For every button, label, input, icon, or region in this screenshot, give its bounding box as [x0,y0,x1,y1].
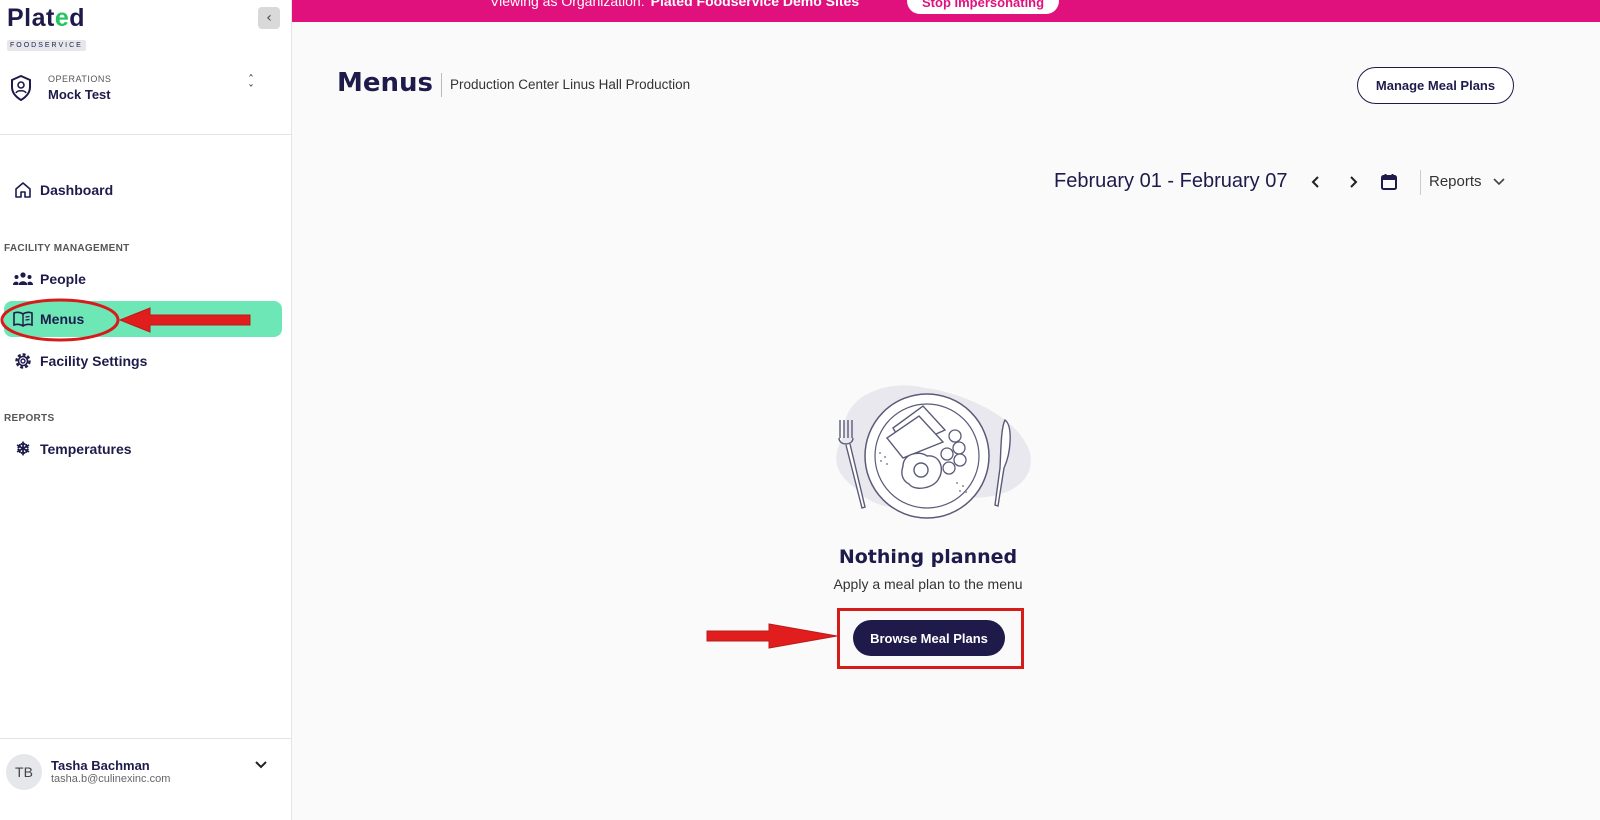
logo-wordmark-end: d [69,4,86,32]
org-name: Mock Test [48,87,111,102]
sidebar: Plated FOODSERVICE ‹ OPERATIONS Mock Tes… [0,0,292,820]
title-divider [441,73,442,97]
sidebar-divider [0,134,292,135]
sidebar-item-people[interactable]: People [4,261,282,297]
chevron-left-icon: ‹ [266,10,272,26]
shield-icon [11,75,31,101]
gear-icon [12,350,34,372]
annotation-arrow [706,623,838,649]
browse-meal-plans-button[interactable]: Browse Meal Plans [853,620,1005,656]
sidebar-item-label: Dashboard [40,182,114,198]
plated-logo[interactable]: Plated FOODSERVICE [7,4,86,51]
logo-wordmark: Plated [7,4,86,32]
page-title: Menus [337,68,434,98]
avatar: TB [6,754,42,790]
logo-subtitle: FOODSERVICE [7,40,86,51]
calendar-icon [1381,174,1397,190]
logo-wordmark-start: Plat [7,4,55,32]
sidebar-item-label: Facility Settings [40,353,148,369]
home-icon [12,179,34,201]
org-kicker: OPERATIONS [48,74,112,84]
next-week-button[interactable] [1343,172,1363,192]
banner-text: Viewing as Organization: Plated Foodservi… [490,0,859,9]
calendar-button[interactable] [1378,171,1400,193]
manage-meal-plans-button[interactable]: Manage Meal Plans [1357,67,1514,104]
user-profile[interactable]: TB Tasha Bachman tasha.b@culinexinc.com [0,738,292,820]
chevron-up-down-icon[interactable]: ˆˇ [248,74,254,96]
sidebar-item-label: People [40,271,86,287]
chevron-left-icon [1311,176,1319,188]
section-label-reports: REPORTS [4,413,55,424]
sidebar-item-temperatures[interactable]: ❄ Temperatures [4,431,282,467]
user-name: Tasha Bachman [51,758,150,773]
empty-state-subtitle: Apply a meal plan to the menu [833,576,1023,592]
previous-week-button[interactable] [1306,172,1326,192]
empty-state-title: Nothing planned [838,546,1018,568]
chevron-down-icon[interactable] [253,759,269,771]
empty-plate-illustration [836,385,1031,519]
user-email: tasha.b@culinexinc.com [51,773,171,785]
banner-label: Viewing as Organization: [490,0,645,9]
date-range-label: February 01 - February 07 [1054,170,1288,192]
impersonation-banner: Viewing as Organization: Plated Foodservi… [292,0,1600,22]
section-label-facility: FACILITY MANAGEMENT [4,243,130,254]
page-subtitle: Production Center Linus Hall Production [450,77,691,92]
stop-impersonating-button[interactable]: Stop Impersonating [907,0,1060,14]
reports-label: Reports [1429,173,1482,190]
chevron-right-icon [1350,176,1358,188]
snowflake-icon: ❄ [15,438,31,459]
sidebar-item-facility-settings[interactable]: Facility Settings [4,343,282,379]
annotation-menus-highlight [0,298,251,342]
logo-wordmark-accent: e [54,4,70,32]
reports-dropdown[interactable]: Reports [1429,173,1506,190]
banner-org-name: Plated Foodservice Demo Sites [650,0,860,9]
chevron-down-icon [1492,177,1505,185]
sidebar-item-label: Temperatures [40,441,132,457]
organization-switcher[interactable]: OPERATIONS Mock Test ˆˇ [10,72,280,106]
collapse-sidebar-button[interactable]: ‹ [258,7,280,29]
people-icon [12,268,34,290]
toolbar-divider [1420,170,1421,195]
sidebar-item-dashboard[interactable]: Dashboard [4,172,282,208]
